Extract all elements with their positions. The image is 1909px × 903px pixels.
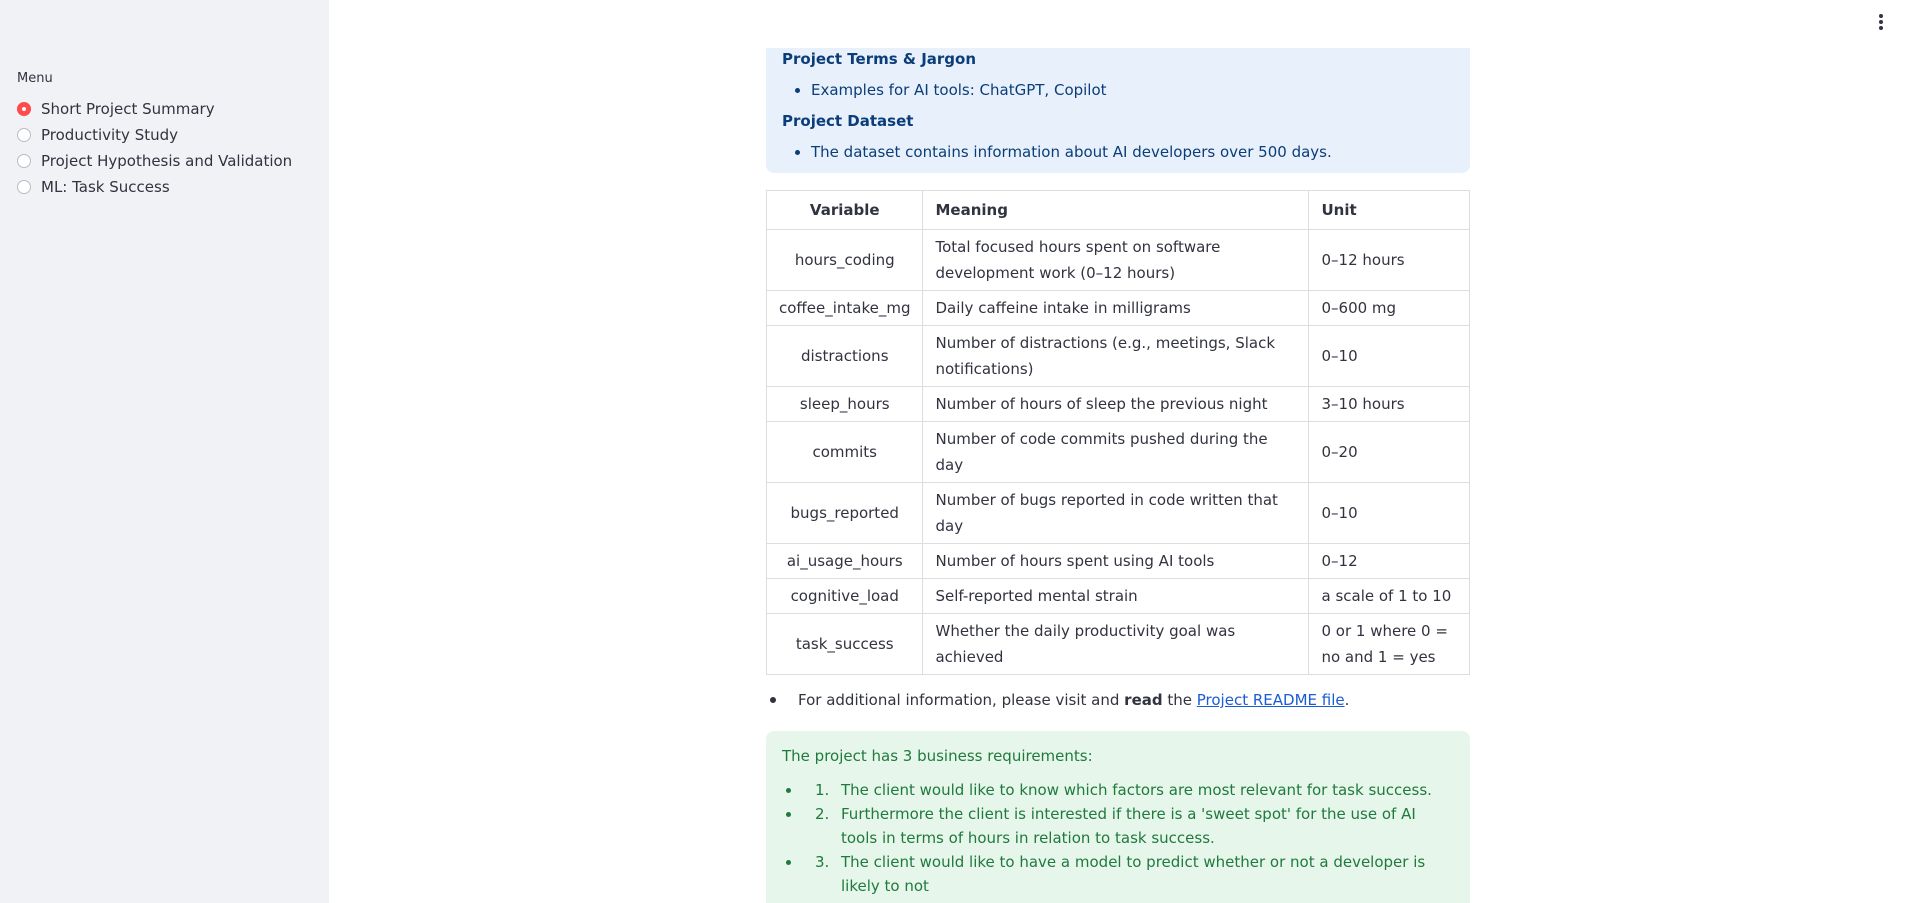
radio-unselected-icon[interactable] [17,127,31,142]
cell-meaning: Self-reported mental strain [922,578,1310,614]
bullet-icon [786,788,791,793]
list-item: 3. The client would like to have a model… [782,850,1454,898]
table-row: distractions Number of distractions (e.g… [765,325,1470,387]
main-content: Project Terms & Jargon Examples for AI t… [765,48,1470,903]
cell-unit: 3–10 hours [1308,386,1470,422]
requirement-text: Furthermore the client is interested if … [841,805,1416,847]
cell-unit: 0–12 [1308,543,1470,579]
readme-bold: read [1124,691,1163,709]
table-row: ai_usage_hours Number of hours spent usi… [765,543,1470,579]
cell-unit: 0–10 [1308,325,1470,387]
cell-unit: 0–20 [1308,421,1470,483]
readme-link[interactable]: Project README file [1197,691,1345,709]
bullet-icon [770,697,776,703]
cell-variable: sleep_hours [765,386,924,422]
readme-text: For additional information, please visit… [798,691,1349,709]
readme-prefix: For additional information, please visit… [798,691,1125,709]
menu-item-project-hypothesis[interactable]: Project Hypothesis and Validation [17,148,312,173]
sidebar: Menu Short Project Summary Productivity … [0,0,329,903]
list-item: The dataset contains information about A… [811,143,1454,161]
requirement-text: The client would like to have a model to… [841,853,1426,895]
column-header-variable: Variable [765,190,924,230]
terms-heading: Project Terms & Jargon [782,50,977,68]
cell-variable: coffee_intake_mg [765,290,924,326]
cell-variable: bugs_reported [765,482,924,544]
cell-variable: hours_coding [765,229,924,291]
requirement-number: 3. [815,853,830,871]
column-header-meaning: Meaning [922,190,1310,230]
cell-meaning: Number of bugs reported in code written … [922,482,1310,544]
menu-item-label: Short Project Summary [41,99,215,118]
cell-variable: commits [765,421,924,483]
requirement-number: 2. [815,805,830,823]
menu-item-short-project-summary[interactable]: Short Project Summary [17,96,312,121]
cell-unit: 0 or 1 where 0 = no and 1 = yes [1308,613,1470,675]
cell-meaning: Whether the daily productivity goal was … [922,613,1310,675]
readme-line: For additional information, please visit… [766,691,1470,709]
table-row: commits Number of code commits pushed du… [765,421,1470,483]
table-row: bugs_reported Number of bugs reported in… [765,482,1470,544]
list-item: 1. The client would like to know which f… [782,778,1454,802]
cell-meaning: Number of hours of sleep the previous ni… [922,386,1310,422]
column-header-unit: Unit [1308,190,1470,230]
cell-meaning: Number of code commits pushed during the… [922,421,1310,483]
cell-unit: a scale of 1 to 10 [1308,578,1470,614]
menu-label: Menu [17,71,53,86]
terms-list: Examples for AI tools: ChatGPT, Copilot [782,81,1454,99]
menu-radio-group: Short Project Summary Productivity Study… [17,96,312,199]
menu-item-label: Productivity Study [41,125,178,144]
requirement-number: 1. [815,781,830,799]
table-row: task_success Whether the daily productiv… [765,613,1470,675]
requirements-box: The project has 3 business requirements:… [766,731,1470,903]
table-header-row: Variable Meaning Unit [765,190,1470,230]
table-row: coffee_intake_mg Daily caffeine intake i… [765,290,1470,326]
cell-unit: 0–600 mg [1308,290,1470,326]
readme-suffix: . [1344,691,1350,709]
menu-item-ml-task-success[interactable]: ML: Task Success [17,174,312,199]
list-item: Examples for AI tools: ChatGPT, Copilot [811,81,1454,99]
cell-variable: distractions [765,325,924,387]
cell-variable: ai_usage_hours [765,543,924,579]
dataset-list: The dataset contains information about A… [782,143,1454,161]
bullet-icon [786,860,791,865]
dataset-heading: Project Dataset [782,112,914,130]
menu-item-productivity-study[interactable]: Productivity Study [17,122,312,147]
radio-unselected-icon[interactable] [17,153,31,168]
readme-middle: the [1162,691,1197,709]
app-window: Menu Short Project Summary Productivity … [0,0,1909,903]
cell-variable: cognitive_load [765,578,924,614]
more-options-icon[interactable] [1875,14,1887,34]
cell-unit: 0–12 hours [1308,229,1470,291]
menu-item-label: ML: Task Success [41,177,170,196]
table-row: cognitive_load Self-reported mental stra… [765,578,1470,614]
table-row: hours_coding Total focused hours spent o… [765,229,1470,291]
cell-variable: task_success [765,613,924,675]
info-box: Project Terms & Jargon Examples for AI t… [766,48,1470,173]
table-row: sleep_hours Number of hours of sleep the… [765,386,1470,422]
cell-unit: 0–10 [1308,482,1470,544]
requirements-intro: The project has 3 business requirements: [782,747,1093,765]
cell-meaning: Number of distractions (e.g., meetings, … [922,325,1310,387]
menu-item-label: Project Hypothesis and Validation [41,151,293,170]
cell-meaning: Total focused hours spent on software de… [922,229,1310,291]
bullet-icon [786,812,791,817]
list-item: 2. Furthermore the client is interested … [782,802,1454,850]
requirement-text: The client would like to know which fact… [841,781,1432,799]
cell-meaning: Daily caffeine intake in milligrams [922,290,1310,326]
radio-selected-icon[interactable] [17,101,31,116]
variables-table: Variable Meaning Unit hours_coding Total… [765,190,1470,675]
radio-unselected-icon[interactable] [17,179,31,194]
cell-meaning: Number of hours spent using AI tools [922,543,1310,579]
